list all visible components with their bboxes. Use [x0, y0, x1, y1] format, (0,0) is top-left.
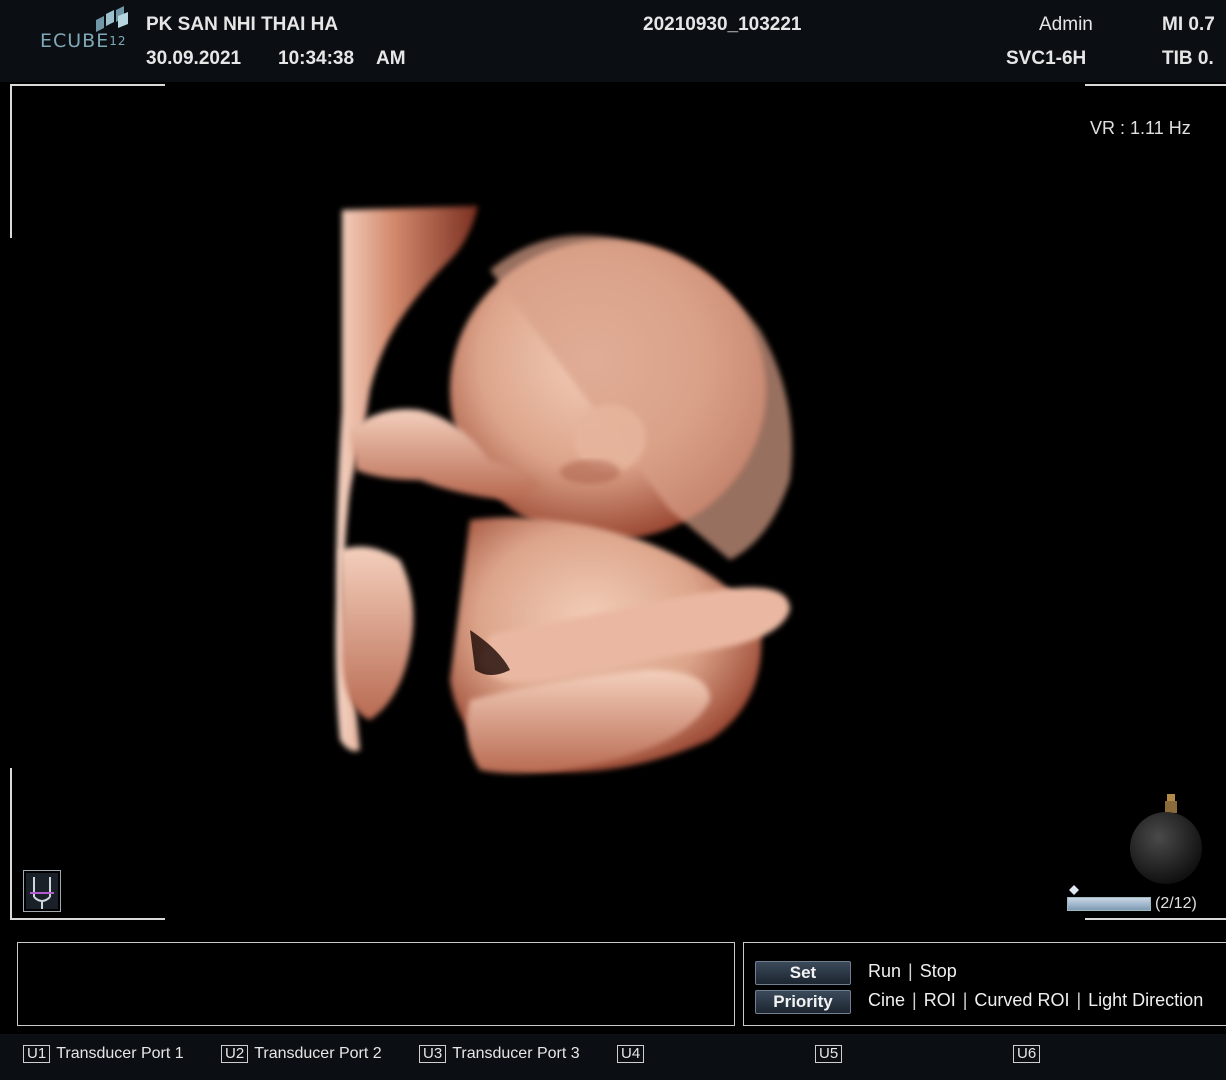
user-key-u6[interactable]: U6	[1013, 1045, 1046, 1063]
user-key-u5[interactable]: U5	[815, 1045, 848, 1063]
frame-corner-top-right	[1085, 84, 1226, 86]
exam-date: 30.09.2021	[146, 48, 242, 69]
volume-rate-readout: VR : 1.11 Hz	[1090, 118, 1191, 138]
orientation-marker-icon	[23, 870, 61, 912]
ecube-logo: ECUBE12	[40, 30, 127, 52]
clinic-name: PK SAN NHI THAI HA	[146, 14, 339, 35]
exam-time: 10:34:38	[278, 48, 355, 69]
message-panel	[17, 942, 735, 1026]
operator-name: Admin	[1039, 14, 1093, 35]
option-run[interactable]: Run	[868, 961, 901, 981]
set-button[interactable]: Set	[755, 961, 851, 985]
fetal-3d-render	[335, 206, 792, 774]
option-stop[interactable]: Stop	[920, 961, 957, 981]
ecube-logo-icon	[96, 6, 128, 32]
user-key-u2[interactable]: U2 Transducer Port 2	[221, 1045, 382, 1063]
user-key-u4[interactable]: U4	[617, 1045, 650, 1063]
cine-frame-counter: (2/12)	[1155, 895, 1197, 912]
thermal-index: TIB 0.	[1162, 48, 1214, 69]
option-roi[interactable]: ROI	[924, 990, 956, 1010]
cine-progress-bar[interactable]	[1067, 897, 1151, 911]
user-key-u3[interactable]: U3 Transducer Port 3	[419, 1045, 580, 1063]
frame-corner-top-left-vertical	[10, 84, 12, 238]
exam-ampm: AM	[376, 48, 406, 69]
frame-corner-top-left	[10, 84, 165, 86]
user-key-u1[interactable]: U1 Transducer Port 1	[23, 1045, 184, 1063]
cine-position-marker-icon	[1069, 885, 1079, 895]
probe-name: SVC1-6H	[1006, 48, 1087, 69]
study-file-id: 20210930_103221	[643, 14, 802, 35]
set-options-row: Run | Stop	[868, 961, 957, 981]
priority-options-row: Cine | ROI | Curved ROI | Light Direction	[868, 990, 1204, 1010]
frame-corner-bottom-left-vertical	[10, 768, 12, 920]
frame-corner-bottom-left	[10, 918, 165, 920]
priority-button[interactable]: Priority	[755, 990, 851, 1014]
option-light-direction[interactable]: Light Direction	[1088, 990, 1203, 1010]
light-direction-ball-icon[interactable]	[1128, 790, 1204, 886]
option-curved-roi[interactable]: Curved ROI	[974, 990, 1069, 1010]
mechanical-index: MI 0.7	[1162, 14, 1215, 35]
option-cine[interactable]: Cine	[868, 990, 905, 1010]
frame-corner-bottom-right	[1085, 918, 1226, 920]
